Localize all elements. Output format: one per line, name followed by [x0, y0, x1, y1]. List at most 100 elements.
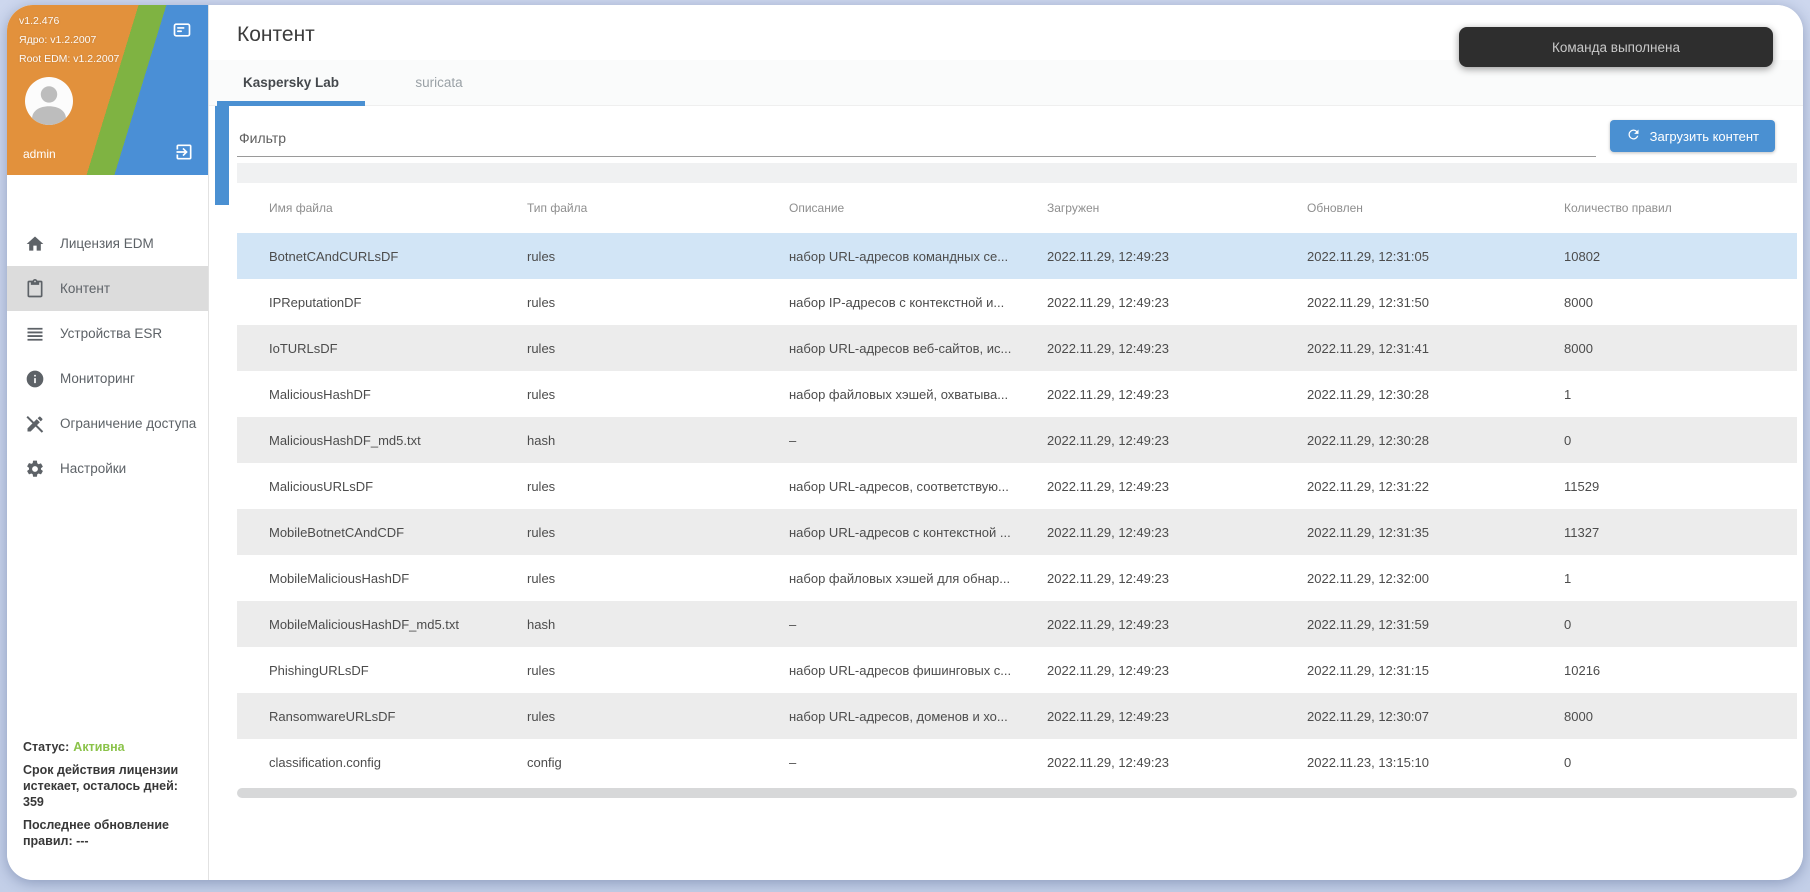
info-icon [25, 369, 45, 389]
cell-count: 1 [1564, 387, 1797, 402]
app-window: v1.2.476 Ядро: v1.2.2007 Root EDM: v1.2.… [7, 5, 1803, 880]
cell-type: rules [527, 387, 789, 402]
cell-updated: 2022.11.29, 12:31:22 [1307, 479, 1564, 494]
person-icon [25, 77, 73, 125]
home-icon [25, 234, 45, 254]
license-status-block: Статус:Активна Срок действия лицензии ис… [23, 739, 200, 856]
cell-type: hash [527, 617, 789, 632]
column-header: Тип файла [527, 201, 789, 215]
cell-type: rules [527, 663, 789, 678]
cell-count: 8000 [1564, 341, 1797, 356]
avatar[interactable] [25, 77, 73, 125]
table-row[interactable]: MobileMaliciousHashDF_md5.txthash–2022.1… [237, 601, 1797, 647]
sidebar-item-access[interactable]: Ограничение доступа [7, 401, 208, 446]
filter-input[interactable] [237, 116, 1596, 157]
cell-type: config [527, 755, 789, 770]
sidebar-item-monitoring[interactable]: Мониторинг [7, 356, 208, 401]
username: admin [23, 147, 56, 161]
cell-desc: – [789, 755, 1047, 770]
sidebar-item-settings[interactable]: Настройки [7, 446, 208, 491]
cell-loaded: 2022.11.29, 12:49:23 [1047, 525, 1307, 540]
sidebar-item-label: Устройства ESR [60, 326, 162, 341]
cell-updated: 2022.11.29, 12:31:59 [1307, 617, 1564, 632]
main-content: Команда выполнена Контент Kaspersky Labs… [209, 5, 1803, 880]
tab-suricata[interactable]: suricata [365, 60, 513, 105]
cell-desc: набор файловых хэшей, охватыва... [789, 387, 1047, 402]
toast: Команда выполнена [1459, 27, 1773, 67]
cell-loaded: 2022.11.29, 12:49:23 [1047, 571, 1307, 586]
cell-desc: набор URL-адресов веб-сайтов, ис... [789, 341, 1047, 356]
cell-type: rules [527, 249, 789, 264]
cell-updated: 2022.11.29, 12:30:28 [1307, 433, 1564, 448]
sidebar-item-content[interactable]: Контент [7, 266, 208, 311]
horizontal-scrollbar[interactable] [237, 788, 1797, 798]
cell-updated: 2022.11.29, 12:31:05 [1307, 249, 1564, 264]
cell-name: MobileBotnetCAndCDF [269, 525, 527, 540]
cell-desc: набор URL-адресов командных се... [789, 249, 1047, 264]
cell-loaded: 2022.11.29, 12:49:23 [1047, 479, 1307, 494]
cell-desc: набор URL-адресов, доменов и хо... [789, 709, 1047, 724]
cell-type: rules [527, 571, 789, 586]
license-expiry-text: Срок действия лицензии истекает, осталос… [23, 762, 200, 810]
logout-icon[interactable] [174, 142, 194, 162]
column-header: Обновлен [1307, 201, 1564, 215]
cell-desc: набор IP-адресов с контекстной и... [789, 295, 1047, 310]
cell-name: RansomwareURLsDF [269, 709, 527, 724]
table-top-band [237, 163, 1797, 183]
cell-name: IoTURLsDF [269, 341, 527, 356]
cell-loaded: 2022.11.29, 12:49:23 [1047, 755, 1307, 770]
cell-updated: 2022.11.29, 12:30:28 [1307, 387, 1564, 402]
cell-type: rules [527, 295, 789, 310]
load-content-button[interactable]: Загрузить контент [1610, 120, 1775, 152]
refresh-icon [1626, 127, 1641, 145]
cell-name: MaliciousHashDF_md5.txt [269, 433, 527, 448]
column-header: Имя файла [269, 201, 527, 215]
table-row[interactable]: RansomwareURLsDFrulesнабор URL-адресов, … [237, 693, 1797, 739]
sidebar-item-label: Мониторинг [60, 371, 135, 386]
column-header: Загружен [1047, 201, 1307, 215]
sidebar-item-label: Лицензия EDM [60, 236, 154, 251]
toast-message: Команда выполнена [1552, 40, 1680, 55]
sidebar-menu: Лицензия EDM Контент Устройства ESR Монитор… [7, 175, 208, 491]
filter-row: Загрузить контент [237, 114, 1775, 158]
cell-updated: 2022.11.23, 13:15:10 [1307, 755, 1564, 770]
sidebar-item-license[interactable]: Лицензия EDM [7, 221, 208, 266]
table-row[interactable]: MaliciousHashDFrulesнабор файловых хэшей… [237, 371, 1797, 417]
load-content-label: Загрузить контент [1650, 129, 1759, 144]
cell-type: hash [527, 433, 789, 448]
cell-count: 0 [1564, 433, 1797, 448]
table-row[interactable]: IPReputationDFrulesнабор IP-адресов с ко… [237, 279, 1797, 325]
table-row[interactable]: MobileBotnetCAndCDFrulesнабор URL-адресо… [237, 509, 1797, 555]
cell-desc: – [789, 433, 1047, 448]
cell-count: 11327 [1564, 525, 1797, 540]
cell-name: BotnetCAndCURLsDF [269, 249, 527, 264]
cell-count: 8000 [1564, 709, 1797, 724]
table-row[interactable]: MaliciousHashDF_md5.txthash– 2022.11.29, … [237, 417, 1797, 463]
table-row[interactable]: classification.configconfig–2022.11.29, … [237, 739, 1797, 785]
cell-count: 10802 [1564, 249, 1797, 264]
cell-loaded: 2022.11.29, 12:49:23 [1047, 709, 1307, 724]
cell-updated: 2022.11.29, 12:31:41 [1307, 341, 1564, 356]
sidebar: v1.2.476 Ядро: v1.2.2007 Root EDM: v1.2.… [7, 5, 209, 880]
gear-icon [25, 459, 45, 479]
card-icon[interactable] [172, 20, 192, 40]
tab-kaspersky-lab[interactable]: Kaspersky Lab [217, 60, 365, 105]
cell-name: classification.config [269, 755, 527, 770]
column-header: Количество правил [1564, 201, 1797, 215]
edit-off-icon [25, 414, 45, 434]
cell-updated: 2022.11.29, 12:31:50 [1307, 295, 1564, 310]
sidebar-item-label: Ограничение доступа [60, 416, 196, 431]
cell-name: MobileMaliciousHashDF [269, 571, 527, 586]
cell-count: 0 [1564, 617, 1797, 632]
cell-desc: набор URL-адресов с контекстной ... [789, 525, 1047, 540]
table-row[interactable]: MaliciousURLsDFrulesнабор URL-адресов, с… [237, 463, 1797, 509]
cell-count: 8000 [1564, 295, 1797, 310]
table-row[interactable]: BotnetCAndCURLsDFrulesнабор URL-адресов … [237, 233, 1797, 279]
cell-count: 11529 [1564, 479, 1797, 494]
table-row[interactable]: MobileMaliciousHashDFrulesнабор файловых… [237, 555, 1797, 601]
sidebar-item-devices[interactable]: Устройства ESR [7, 311, 208, 356]
status-line: Статус:Активна [23, 739, 200, 755]
vertical-scroll-indicator[interactable] [215, 106, 229, 205]
table-row[interactable]: PhishingURLsDFrulesнабор URL-адресов фиш… [237, 647, 1797, 693]
table-row[interactable]: IoTURLsDFrulesнабор URL-адресов веб-сайт… [237, 325, 1797, 371]
